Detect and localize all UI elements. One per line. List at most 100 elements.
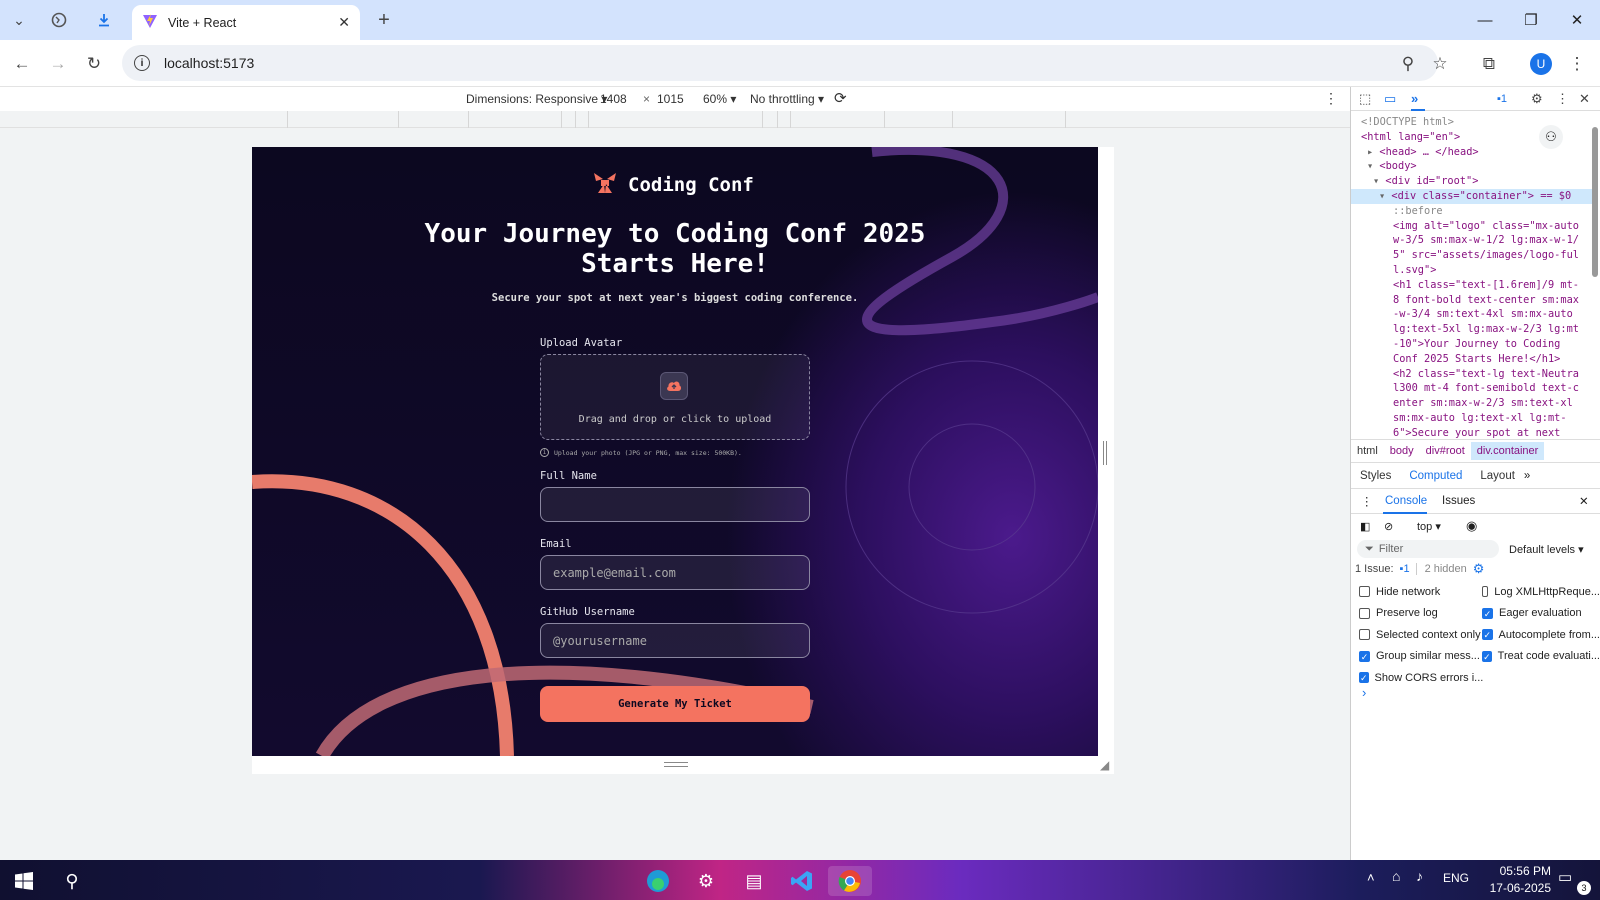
drawer-close-icon[interactable]: ✕ — [1579, 494, 1589, 508]
elements-line[interactable]: w-3/5 sm:max-w-1/2 lg:max-w-1/ — [1393, 233, 1579, 248]
taskbar-search-icon[interactable]: ⚲ — [50, 866, 94, 896]
dimensions-select[interactable]: Dimensions: Responsive ▾ — [466, 92, 607, 106]
chrome-menu-icon[interactable]: ⋮ — [1562, 49, 1592, 79]
panel-tab[interactable]: Styles — [1351, 470, 1400, 482]
height-input[interactable]: 1015 — [657, 92, 684, 106]
site-info-icon[interactable]: i — [134, 55, 150, 71]
rotate-icon[interactable]: ⟳ — [834, 89, 847, 107]
more-tabs-icon[interactable]: » — [1411, 91, 1418, 106]
console-setting-checkbox[interactable]: ✓ Autocomplete from... — [1482, 624, 1600, 646]
avatar-dropzone[interactable]: Drag and drop or click to upload — [540, 354, 810, 440]
console-setting-checkbox[interactable]: Selected context only — [1359, 624, 1481, 646]
reload-icon[interactable]: ↻ — [79, 49, 109, 79]
globe-icon[interactable] — [45, 6, 73, 34]
console-setting-checkbox[interactable]: ✓ Show CORS errors i... — [1359, 667, 1483, 689]
elements-line[interactable]: ::before — [1393, 204, 1443, 219]
resize-handle-bottom[interactable] — [664, 762, 688, 767]
checkbox-checked-icon[interactable]: ✓ — [1359, 672, 1369, 684]
checkbox-unchecked-icon[interactable] — [1482, 586, 1489, 598]
tab-console[interactable]: Console — [1385, 495, 1427, 507]
device-more-icon[interactable]: ⋮ — [1324, 90, 1338, 107]
live-expression-eye-icon[interactable]: ◉ — [1466, 518, 1477, 534]
issues-count-badge[interactable]: ▪1 — [1400, 563, 1410, 575]
elements-line[interactable]: <h1 class="text-[1.6rem]/9 mt- — [1393, 278, 1579, 293]
fullname-input[interactable] — [540, 487, 810, 522]
elements-line[interactable]: l300 mt-4 font-semibold text-c — [1393, 381, 1579, 396]
settings-app-icon[interactable]: ⚙ — [684, 866, 728, 896]
elements-line[interactable]: <h2 class="text-lg text-Neutra — [1393, 367, 1579, 382]
github-input[interactable]: @yourusername — [540, 623, 810, 658]
tab-vite-react[interactable]: Vite + React ✕ — [132, 5, 360, 40]
elements-line[interactable]: sm:mx-auto lg:text-xl lg:mt- — [1393, 411, 1567, 426]
elements-line[interactable]: Conf 2025 Starts Here!</h1> — [1393, 352, 1560, 367]
checkbox-unchecked-icon[interactable] — [1359, 629, 1370, 641]
elements-line[interactable]: enter sm:max-w-2/3 sm:text-xl — [1393, 396, 1573, 411]
elements-line[interactable]: <img alt="logo" class="mx-auto — [1393, 219, 1579, 234]
taskbar-clock[interactable]: 05:56 PM 17-06-2025 — [1481, 863, 1551, 897]
elements-line[interactable]: ▾ <body> — [1367, 159, 1417, 174]
back-arrow-icon[interactable]: ← — [7, 49, 37, 79]
chrome-app-icon[interactable] — [828, 866, 872, 896]
language-indicator[interactable]: ENG — [1443, 871, 1469, 885]
url-text[interactable]: localhost:5173 — [164, 55, 254, 71]
elements-scrollbar[interactable] — [1591, 113, 1599, 433]
tray-overflow-chevron-icon[interactable]: ˄ — [1367, 870, 1375, 885]
address-bar[interactable]: i localhost:5173 — [122, 45, 1438, 81]
checkbox-unchecked-icon[interactable] — [1359, 607, 1370, 619]
breadcrumb-item[interactable]: body — [1384, 442, 1420, 460]
devtools-menu-icon[interactable]: ⋮ — [1556, 91, 1569, 107]
generate-ticket-button[interactable]: Generate My Ticket — [540, 686, 810, 722]
more-panel-tabs-icon[interactable]: » — [1524, 470, 1530, 482]
checkbox-unchecked-icon[interactable] — [1359, 586, 1370, 598]
elements-line[interactable]: -w-3/4 sm:text-4xl sm:mx-auto — [1393, 307, 1573, 322]
checkbox-checked-icon[interactable]: ✓ — [1359, 650, 1370, 662]
checkbox-checked-icon[interactable]: ✓ — [1482, 629, 1493, 641]
log-levels-select[interactable]: Default levels ▾ — [1509, 543, 1584, 556]
zoom-select[interactable]: 60% ▾ — [703, 92, 736, 106]
throttling-select[interactable]: No throttling ▾ — [750, 92, 824, 106]
device-toggle-icon[interactable]: ▭ — [1384, 91, 1396, 107]
elements-line[interactable]: -10">Your Journey to Coding — [1393, 337, 1560, 352]
width-input[interactable]: 1408 — [600, 92, 627, 106]
restore-icon[interactable]: ❐ — [1508, 0, 1554, 40]
console-prompt[interactable]: › — [1362, 685, 1366, 700]
settings-gear-icon[interactable]: ⚙ — [1531, 91, 1543, 107]
elements-line[interactable]: ▾ <div class="container"> == $0 — [1351, 189, 1595, 204]
console-setting-checkbox[interactable]: Preserve log — [1359, 603, 1481, 625]
elements-line[interactable]: ▸ <head> … </head> — [1367, 145, 1479, 160]
context-select[interactable]: top ▾ — [1417, 520, 1441, 533]
vscode-icon[interactable] — [780, 866, 824, 896]
resize-handle-right[interactable] — [1103, 441, 1107, 465]
tree-expand-icon[interactable]: ▸ — [1367, 146, 1379, 158]
email-input[interactable]: example@email.com — [540, 555, 810, 590]
window-close-icon[interactable]: ✕ — [1554, 0, 1600, 40]
edge-browser-icon[interactable] — [636, 866, 680, 896]
accessibility-tree-icon[interactable]: ⚇ — [1539, 125, 1563, 149]
notifications-icon[interactable]: ▭ — [1558, 868, 1572, 886]
elements-line[interactable]: 5" src="assets/images/logo-ful — [1393, 248, 1579, 263]
inspect-element-icon[interactable]: ⬚ — [1359, 91, 1371, 107]
elements-line[interactable]: 8 font-bold text-center sm:max — [1393, 293, 1579, 308]
bookmark-star-icon[interactable]: ☆ — [1425, 49, 1455, 79]
console-setting-checkbox[interactable]: Hide network — [1359, 581, 1481, 603]
new-tab-plus-icon[interactable]: + — [370, 6, 398, 34]
console-setting-checkbox[interactable]: Log XMLHttpReque... — [1482, 581, 1600, 603]
devtools-close-icon[interactable]: ✕ — [1579, 91, 1590, 107]
profile-avatar[interactable]: U — [1530, 53, 1552, 75]
close-tab-icon[interactable]: ✕ — [338, 14, 350, 31]
console-setting-checkbox[interactable]: ✓ Treat code evaluati... — [1482, 646, 1600, 668]
tab-search-chevron-icon[interactable]: ⌄ — [5, 6, 33, 34]
panel-tab[interactable]: Computed — [1400, 470, 1471, 482]
resize-corner-icon[interactable]: ◢ — [1100, 758, 1109, 772]
volume-icon[interactable]: ♪ — [1416, 868, 1423, 884]
tree-expand-icon[interactable]: ▾ — [1373, 175, 1385, 187]
windows-start-icon[interactable] — [2, 866, 46, 896]
tab-issues[interactable]: Issues — [1442, 495, 1475, 507]
download-icon[interactable] — [90, 6, 118, 34]
console-setting-checkbox[interactable]: ✓ Eager evaluation — [1482, 603, 1600, 625]
elements-line[interactable]: lg:text-5xl lg:max-w-2/3 lg:mt — [1393, 322, 1579, 337]
console-setting-checkbox[interactable]: ✓ Group similar mess... — [1359, 646, 1481, 668]
breadcrumb-item[interactable]: div.container — [1470, 442, 1545, 460]
elements-line[interactable]: ▾ <div id="root"> — [1373, 174, 1478, 189]
clear-console-icon[interactable]: ⊘ — [1384, 520, 1393, 533]
